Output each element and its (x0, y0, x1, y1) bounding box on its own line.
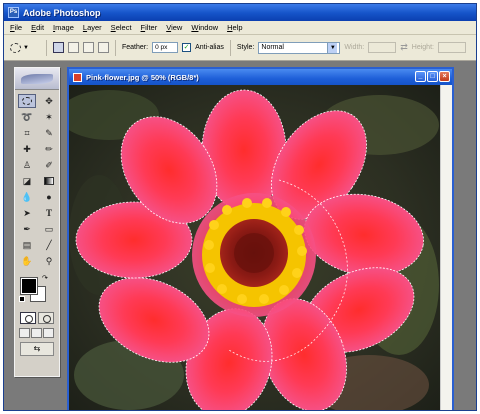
menu-window[interactable]: Window (187, 23, 223, 32)
healing-brush-tool-icon[interactable]: ✚ (18, 142, 36, 156)
menu-bar: File Edit Image Layer Select Filter View… (4, 21, 476, 35)
menu-file[interactable]: File (6, 23, 27, 32)
document-title: Pink-flower.jpg @ 50% (RGB/8*) (86, 72, 199, 82)
foreground-color-swatch[interactable] (20, 277, 38, 295)
crop-tool-icon[interactable]: ⌗ (18, 126, 36, 140)
photoshop-app-icon: Ps (8, 7, 19, 18)
width-input[interactable] (368, 42, 397, 53)
menu-help[interactable]: Help (223, 23, 247, 32)
default-colors-icon[interactable] (19, 296, 25, 302)
style-value: Normal (261, 44, 284, 51)
menu-edit[interactable]: Edit (27, 23, 49, 32)
menu-image[interactable]: Image (49, 23, 79, 32)
swap-width-height-icon[interactable]: ⇄ (400, 42, 408, 53)
vertical-scrollbar[interactable] (440, 85, 452, 410)
standard-mode-button[interactable] (20, 312, 36, 324)
eyedropper-tool-icon[interactable]: ╱ (40, 238, 58, 252)
close-button[interactable]: × (439, 71, 450, 82)
color-swatches: ↷ (19, 274, 59, 308)
height-input[interactable] (437, 42, 466, 53)
standard-screen-mode-button[interactable] (19, 328, 30, 338)
quick-mask-modes (15, 308, 59, 324)
type-tool-icon[interactable]: T (40, 206, 58, 220)
antialias-label: Anti-alias (195, 44, 224, 51)
document-window: Pink-flower.jpg @ 50% (RGB/8*) _ □ × (67, 67, 454, 410)
pen-tool-icon[interactable]: ✒ (18, 222, 36, 236)
height-label: Height: (411, 44, 434, 51)
intersect-selection-button[interactable] (98, 42, 109, 53)
dodge-tool-icon[interactable]: ● (40, 190, 58, 204)
elliptical-marquee-tool-icon[interactable] (18, 94, 36, 108)
minimize-button[interactable]: _ (415, 71, 426, 82)
document-icon (73, 72, 82, 82)
move-tool-icon[interactable]: ✥ (40, 94, 58, 108)
blur-tool-icon[interactable]: 💧 (18, 190, 36, 204)
subtract-from-selection-button[interactable] (83, 42, 94, 53)
window-controls: _ □ × (415, 71, 450, 82)
zoom-tool-icon[interactable]: ⚲ (40, 254, 58, 268)
app-titlebar[interactable]: Ps Adobe Photoshop (4, 4, 476, 21)
maximize-button[interactable]: □ (427, 71, 438, 82)
divider (46, 39, 47, 56)
notes-tool-icon[interactable]: ▤ (18, 238, 36, 252)
jump-to-imageready-button[interactable]: ⇆ (20, 342, 54, 356)
full-screen-menu-mode-button[interactable] (31, 328, 42, 338)
magic-wand-tool-icon[interactable]: ✶ (40, 110, 58, 124)
options-bar: ▼ Feather: 0 px ✓ Anti-alias Style: Norm… (4, 35, 476, 61)
app-title: Adobe Photoshop (23, 7, 101, 18)
screen-modes (15, 324, 59, 338)
hand-tool-icon[interactable]: ✋ (18, 254, 36, 268)
chevron-down-icon: ▼ (23, 44, 29, 51)
width-label: Width: (344, 44, 365, 51)
antialias-checkbox[interactable]: ✓ (182, 43, 192, 52)
quick-mask-mode-button[interactable] (38, 312, 54, 324)
divider (115, 39, 116, 56)
clone-stamp-tool-icon[interactable]: ♙ (18, 158, 36, 172)
toolbox-header[interactable] (15, 68, 59, 90)
document-titlebar[interactable]: Pink-flower.jpg @ 50% (RGB/8*) _ □ × (69, 69, 452, 85)
path-selection-tool-icon[interactable]: ➤ (18, 206, 36, 220)
style-label: Style: (236, 44, 255, 51)
gradient-tool-icon[interactable] (40, 174, 58, 188)
lasso-tool-icon[interactable]: ➰ (18, 110, 36, 124)
menu-layer[interactable]: Layer (79, 23, 107, 32)
tool-preset-picker[interactable]: ▼ (10, 39, 40, 57)
brush-tool-icon[interactable]: ✏ (40, 142, 58, 156)
menu-select[interactable]: Select (107, 23, 137, 32)
new-selection-button[interactable] (53, 42, 64, 53)
history-brush-tool-icon[interactable]: ✐ (40, 158, 58, 172)
toolbox-panel: ✥ ➰ ✶ ⌗ ✎ ✚ ✏ ♙ ✐ ◪ 💧 ● ➤ T ✒ ▭ ▤ ╱ ✋ ⚲ … (14, 67, 60, 377)
feather-input[interactable]: 0 px (152, 42, 179, 53)
full-screen-mode-button[interactable] (43, 328, 54, 338)
menu-filter[interactable]: Filter (137, 23, 163, 32)
menu-view[interactable]: View (162, 23, 187, 32)
photoshop-window: Ps Adobe Photoshop File Edit Image Layer… (3, 3, 477, 411)
swap-colors-icon[interactable]: ↷ (42, 274, 48, 282)
chevron-down-icon: ▼ (327, 42, 338, 53)
feather-label: Feather: (122, 44, 149, 51)
elliptical-marquee-icon (10, 42, 21, 53)
tool-grid: ✥ ➰ ✶ ⌗ ✎ ✚ ✏ ♙ ✐ ◪ 💧 ● ➤ T ✒ ▭ ▤ ╱ ✋ ⚲ (15, 90, 59, 268)
rectangle-tool-icon[interactable]: ▭ (40, 222, 58, 236)
style-select[interactable]: Normal ▼ (258, 41, 341, 54)
image-canvas[interactable] (69, 85, 440, 410)
divider (229, 39, 231, 56)
slice-tool-icon[interactable]: ✎ (40, 126, 58, 140)
add-to-selection-button[interactable] (68, 42, 79, 53)
eraser-tool-icon[interactable]: ◪ (18, 174, 36, 188)
flower-image (69, 85, 440, 410)
adobe-feather-logo (21, 74, 53, 84)
